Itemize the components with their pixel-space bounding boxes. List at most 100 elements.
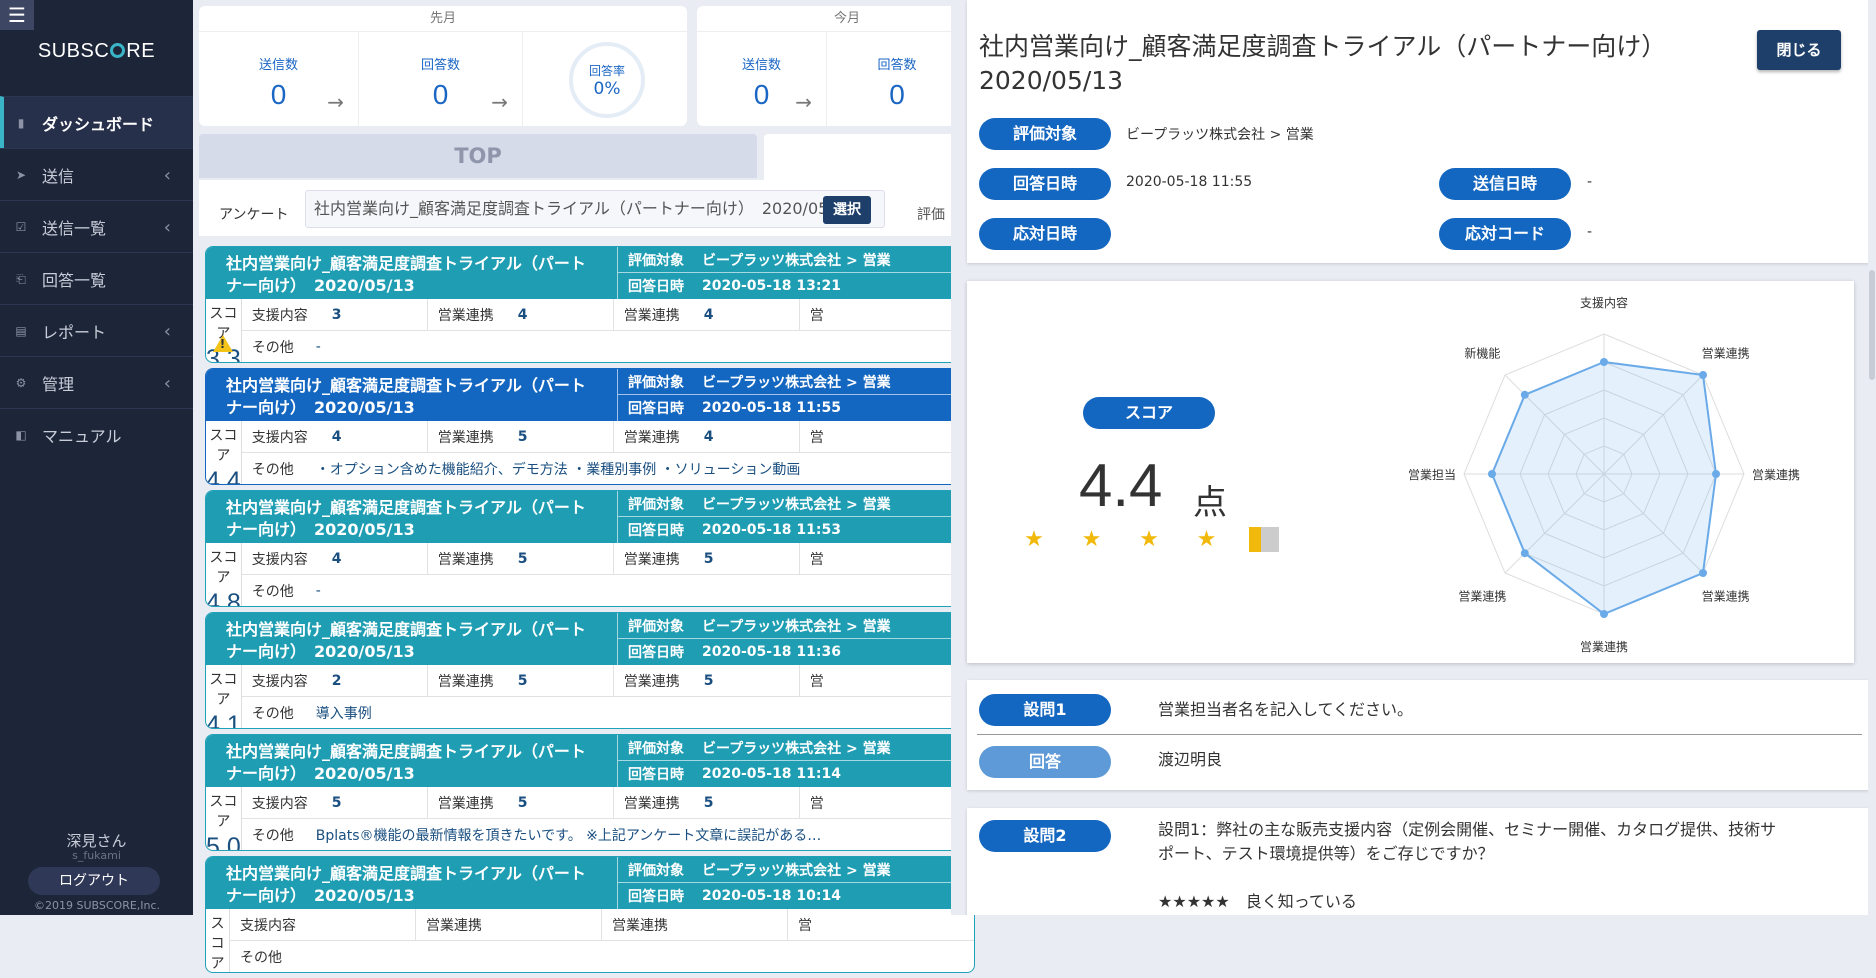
answered-value: 2020-05-18 11:36	[702, 644, 841, 660]
radar-point	[1698, 371, 1707, 380]
detail-panel: 社内営業向け_顧客満足度調査トライアル（パートナー向け） 2020/05/13 …	[951, 0, 1876, 915]
col-label: 営業連携	[437, 429, 494, 446]
list-item[interactable]: 社内営業向け_顧客満足度調査トライアル（パート ナー向け） 2020/05/13 評…	[205, 490, 975, 607]
answered-value: 2020-05-18 13:21	[702, 278, 841, 294]
col-label: 営	[809, 551, 824, 568]
col-value: 4	[331, 550, 342, 567]
answered-value: 2020-05-18 10:14	[702, 888, 841, 904]
col-label: 営業連携	[437, 307, 494, 324]
radar-axis-label: 支援内容	[1580, 295, 1628, 310]
col-value: 5	[703, 794, 714, 811]
warning-icon	[212, 335, 233, 352]
col-label: 営	[809, 673, 824, 690]
list-item-meta: 評価対象 ビープラッツ株式会社 > 営業 回答日時 2020-05-18 11:36	[618, 613, 974, 665]
answered-pill: 回答日時	[979, 168, 1111, 200]
col-value: 5	[703, 672, 714, 689]
detail-title-line1: 社内営業向け_顧客満足度調査トライアル（パートナー向け）	[979, 32, 1667, 61]
col-label: 営業連携	[623, 795, 680, 812]
col-label: 営業連携	[437, 795, 494, 812]
list-item-header: 社内営業向け_顧客満足度調査トライアル（パート ナー向け） 2020/05/13 評…	[206, 491, 974, 543]
col-value: 5	[703, 550, 714, 567]
sidebar-item-1[interactable]: ➤ 送信 ‹	[0, 148, 193, 200]
list-item-title-line1: 社内営業向け_顧客満足度調査トライアル（パート	[226, 864, 586, 883]
radar-point	[1698, 568, 1707, 577]
book-icon: ◧	[15, 427, 27, 442]
sent-pill: 送信日時	[1439, 168, 1571, 200]
col-label: 営	[798, 917, 812, 934]
col-label: 営業連携	[437, 673, 494, 690]
score-details: 支援内容 4 営業連携 5 営業連携 4 営その他 ・オプション含めた機能紹介、デモ方法 ・業…	[241, 420, 974, 484]
col-label: 営業連携	[612, 917, 668, 934]
tab-top[interactable]: TOP	[199, 134, 757, 178]
list-item-header: 社内営業向け_顧客満足度調査トライアル（パート ナー向け） 2020/05/13 評…	[206, 857, 974, 909]
sidebar-item-2[interactable]: ☑ 送信一覧 ‹	[0, 200, 193, 252]
list-item-body: スコア 支援内容 営業連携 営業連携 営その他	[206, 908, 974, 972]
question-2-text-line2: ポート、テスト環境提供等）をご存じですか？	[1158, 844, 1494, 863]
score-label: スコア	[209, 428, 238, 464]
list-item[interactable]: 社内営業向け_顧客満足度調査トライアル（パート ナー向け） 2020/05/13 評…	[205, 246, 975, 363]
response-pill: 応対日時	[979, 218, 1111, 250]
target-label: 評価対象	[628, 862, 684, 879]
survey-filter: アンケート 社内営業向け_顧客満足度調査トライアル（パートナー向け） 2020/…	[199, 180, 959, 236]
answered-label: 回答日時	[628, 767, 684, 783]
other-value: 導入事例	[315, 706, 372, 722]
list-item-title-line1: 社内営業向け_顧客満足度調査トライアル（パート	[226, 498, 586, 517]
logout-button[interactable]: ログアウト	[28, 867, 160, 895]
radar-chart: 支援内容営業連携営業連携営業連携営業連携営業連携営業担当新機能	[1408, 295, 1800, 654]
answer-2-text: ★★★★★ 良く知っている	[1158, 892, 1357, 911]
survey-select[interactable]: 社内営業向け_顧客満足度調査トライアル（パートナー向け） 2020/05/13	[305, 190, 885, 228]
tab-other[interactable]	[764, 134, 964, 180]
radar-axis-label: 営業連携	[1752, 467, 1800, 482]
radar-point	[1712, 470, 1720, 478]
score-details: 支援内容 5 営業連携 5 営業連携 5 営その他 Bplats®機能の最新情報を頂きたいです…	[241, 786, 974, 850]
scrollbar-thumb[interactable]	[1869, 270, 1875, 380]
list-item[interactable]: 社内営業向け_顧客満足度調査トライアル（パート ナー向け） 2020/05/13 評…	[205, 612, 975, 729]
question-2-text-line1: 設問1：弊社の主な販売支援内容（定例会開催、セミナー開催、カタログ提供、技術サ	[1158, 820, 1777, 839]
score-value: 4.4	[206, 467, 241, 485]
answer-list: 社内営業向け_顧客満足度調査トライアル（パート ナー向け） 2020/05/13 評…	[205, 246, 975, 978]
menu-toggle-icon[interactable]: ☰	[0, 0, 34, 30]
list-item[interactable]: 社内営業向け_顧客満足度調査トライアル（パート ナー向け） 2020/05/13 評…	[205, 734, 975, 851]
list-item-title-line2: ナー向け） 2020/05/13	[226, 276, 415, 295]
chevron-left-icon: ‹	[163, 165, 171, 186]
score-value: 5.0	[206, 833, 241, 851]
detail-title-line2: 2020/05/13	[979, 66, 1124, 95]
score-label: スコア	[209, 794, 238, 830]
other-value: -	[315, 583, 321, 599]
target-pill: 評価対象	[979, 118, 1111, 150]
radar-axis-label: 新機能	[1464, 345, 1500, 360]
sidebar-item-5[interactable]: ⚙ 管理 ‹	[0, 356, 193, 408]
question-1-pill: 設問1	[979, 694, 1111, 726]
close-button[interactable]: 閉じる	[1757, 30, 1841, 70]
arrow-right-icon: →	[491, 90, 508, 114]
list-item-body: スコア 4.1 支援内容 2 営業連携 5 営業連携 5 営その他 導入事例	[206, 664, 974, 728]
sidebar-item-label: レポート	[42, 322, 107, 342]
col-value: 5	[517, 550, 528, 567]
list-item[interactable]: 社内営業向け_顧客満足度調査トライアル（パート ナー向け） 2020/05/13 評…	[205, 368, 975, 485]
col-value: 4	[331, 428, 342, 445]
sidebar-item-4[interactable]: ▤ レポート ‹	[0, 304, 193, 356]
sidebar-item-3[interactable]: ⎗ 回答一覧	[0, 252, 193, 304]
score-box: スコア 3.3	[206, 299, 242, 362]
survey-label: アンケート	[219, 207, 289, 223]
list-item-body: スコア 5.0 支援内容 5 営業連携 5 営業連携 5 営その他 Bplats®機能の最新情報を…	[206, 786, 974, 851]
radar-axis-label: 営業連携	[1458, 589, 1506, 604]
scrollbar[interactable]	[1868, 0, 1876, 915]
score-details: 支援内容 4 営業連携 5 営業連携 5 営その他 -	[241, 542, 974, 606]
list-item-body: スコア3.3 支援内容 3 営業連携 4 営業連携 4 営その他 -	[206, 298, 974, 362]
evaluation-label: 評価	[917, 207, 945, 223]
sidebar-item-6[interactable]: ◧ マニュアル	[0, 408, 193, 460]
other-label: その他	[251, 828, 294, 844]
col-label: 支援内容	[251, 551, 308, 568]
sidebar-nav: ▮ ダッシュボード ➤ 送信 ‹ ☑ 送信一覧 ‹ ⎗ 回答一覧 ▤ レポート ‹ ⚙ 管理 ‹ ◧ マニュアル	[0, 96, 193, 460]
sidebar-item-0[interactable]: ▮ ダッシュボード	[0, 96, 193, 148]
score-value: 4.8	[206, 589, 241, 607]
col-label: 営業連携	[623, 551, 680, 568]
detail-title: 社内営業向け_顧客満足度調査トライアル（パートナー向け） 2020/05/13	[979, 30, 1699, 98]
select-button[interactable]: 選択	[823, 196, 871, 224]
sidebar: ☰ SUBSC RE ▮ ダッシュボード ➤ 送信 ‹ ☑ 送信一覧 ‹ ⎗ 回答一覧 ▤ レポート ‹ ⚙…	[0, 0, 193, 915]
question-2-pill: 設問2	[979, 820, 1111, 852]
answered-label: 回答日時	[628, 645, 684, 661]
sidebar-item-label: 管理	[42, 374, 75, 394]
list-item-title-line1: 社内営業向け_顧客満足度調査トライアル（パート	[226, 254, 586, 273]
